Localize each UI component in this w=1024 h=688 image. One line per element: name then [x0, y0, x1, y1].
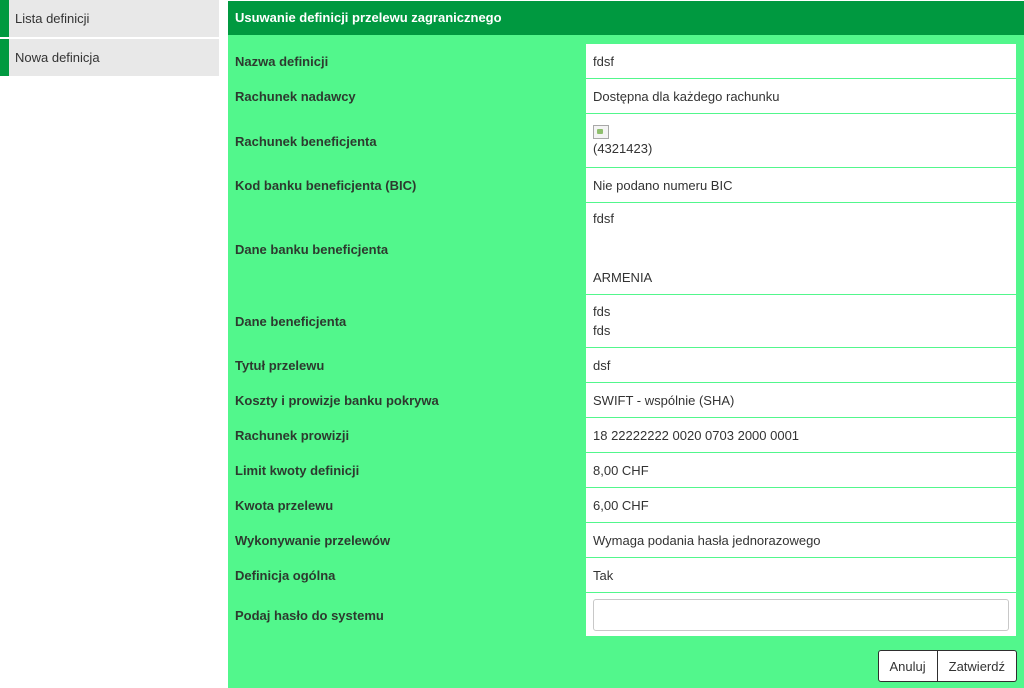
row-limit-kwoty: Limit kwoty definicji 8,00 CHF: [228, 453, 1024, 488]
sidebar-item-lista-definicji[interactable]: Lista definicji: [0, 0, 219, 37]
row-rachunek-nadawcy: Rachunek nadawcy Dostępna dla każdego ra…: [228, 79, 1024, 114]
password-input[interactable]: [593, 598, 1009, 631]
field-value: fds fds: [586, 295, 1016, 347]
field-value: 6,00 CHF: [586, 488, 1016, 522]
panel-title: Usuwanie definicji przelewu zagraniczneg…: [228, 1, 1024, 35]
broken-image-icon: [593, 125, 609, 139]
bank-country: ARMENIA: [593, 270, 653, 285]
field-label: Rachunek beneficjenta: [235, 133, 377, 149]
field-label: Rachunek nadawcy: [235, 89, 356, 104]
row-rachunek-beneficjenta: Rachunek beneficjenta (4321423): [228, 114, 1024, 168]
field-label: Kwota przelewu: [235, 498, 334, 513]
row-nazwa-definicji: Nazwa definicji fdsf: [228, 44, 1024, 79]
field-value: [586, 593, 1016, 636]
confirm-button[interactable]: Zatwierdź: [937, 650, 1017, 682]
field-label: Podaj hasło do systemu: [235, 607, 384, 623]
field-label: Tytuł przelewu: [235, 358, 325, 373]
row-tytul-przelewu: Tytuł przelewu dsf: [228, 348, 1024, 383]
form-actions: Anuluj Zatwierdź: [877, 650, 1017, 682]
row-dane-banku: Dane banku beneficjenta fdsf ARMENIA: [228, 203, 1024, 295]
row-definicja-ogolna: Definicja ogólna Tak: [228, 558, 1024, 593]
bank-name: fdsf: [593, 211, 614, 226]
row-rachunek-prowizji: Rachunek prowizji 18 22222222 0020 0703 …: [228, 418, 1024, 453]
sidebar-item-label: Nowa definicja: [15, 50, 100, 65]
field-label: Wykonywanie przelewów: [235, 533, 391, 548]
row-dane-beneficjenta: Dane beneficjenta fds fds: [228, 295, 1024, 348]
field-value: SWIFT - wspólnie (SHA): [586, 383, 1016, 417]
field-label: Nazwa definicji: [235, 54, 329, 69]
row-koszty: Koszty i prowizje banku pokrywa SWIFT - …: [228, 383, 1024, 418]
field-value: fdsf ARMENIA: [586, 203, 1016, 294]
field-label: Rachunek prowizji: [235, 428, 350, 443]
delete-definition-panel: Usuwanie definicji przelewu zagraniczneg…: [228, 1, 1024, 688]
sidebar-item-label: Lista definicji: [15, 11, 90, 26]
field-value: Nie podano numeru BIC: [586, 168, 1016, 202]
field-value: (4321423): [586, 114, 1016, 167]
field-value: dsf: [586, 348, 1016, 382]
field-label: Koszty i prowizje banku pokrywa: [235, 393, 439, 408]
sidebar: Lista definicji Nowa definicja: [0, 0, 219, 78]
field-label: Dane banku beneficjenta: [235, 241, 389, 257]
beneficiary-line-2: fds: [593, 323, 611, 338]
definition-details: Nazwa definicji fdsf Rachunek nadawcy Do…: [228, 44, 1024, 637]
field-value: Wymaga podania hasła jednorazowego: [586, 523, 1016, 557]
field-value: Dostępna dla każdego rachunku: [586, 79, 1016, 113]
field-value: fdsf: [586, 44, 1016, 78]
cancel-button[interactable]: Anuluj: [877, 650, 938, 682]
row-kwota-przelewu: Kwota przelewu 6,00 CHF: [228, 488, 1024, 523]
field-label: Dane beneficjenta: [235, 314, 347, 329]
field-label: Kod banku beneficjenta (BIC): [235, 178, 417, 193]
field-value: Tak: [586, 558, 1016, 592]
field-value: 18 22222222 0020 0703 2000 0001: [586, 418, 1016, 452]
account-number: (4321423): [593, 141, 653, 156]
beneficiary-line-1: fds: [593, 304, 611, 319]
field-label: Definicja ogólna: [235, 568, 336, 583]
sidebar-item-nowa-definicja[interactable]: Nowa definicja: [0, 39, 219, 76]
row-wykonywanie: Wykonywanie przelewów Wymaga podania has…: [228, 523, 1024, 558]
field-label: Limit kwoty definicji: [235, 463, 360, 478]
row-kod-banku: Kod banku beneficjenta (BIC) Nie podano …: [228, 168, 1024, 203]
field-value: 8,00 CHF: [586, 453, 1016, 487]
row-haslo: Podaj hasło do systemu: [228, 593, 1024, 637]
